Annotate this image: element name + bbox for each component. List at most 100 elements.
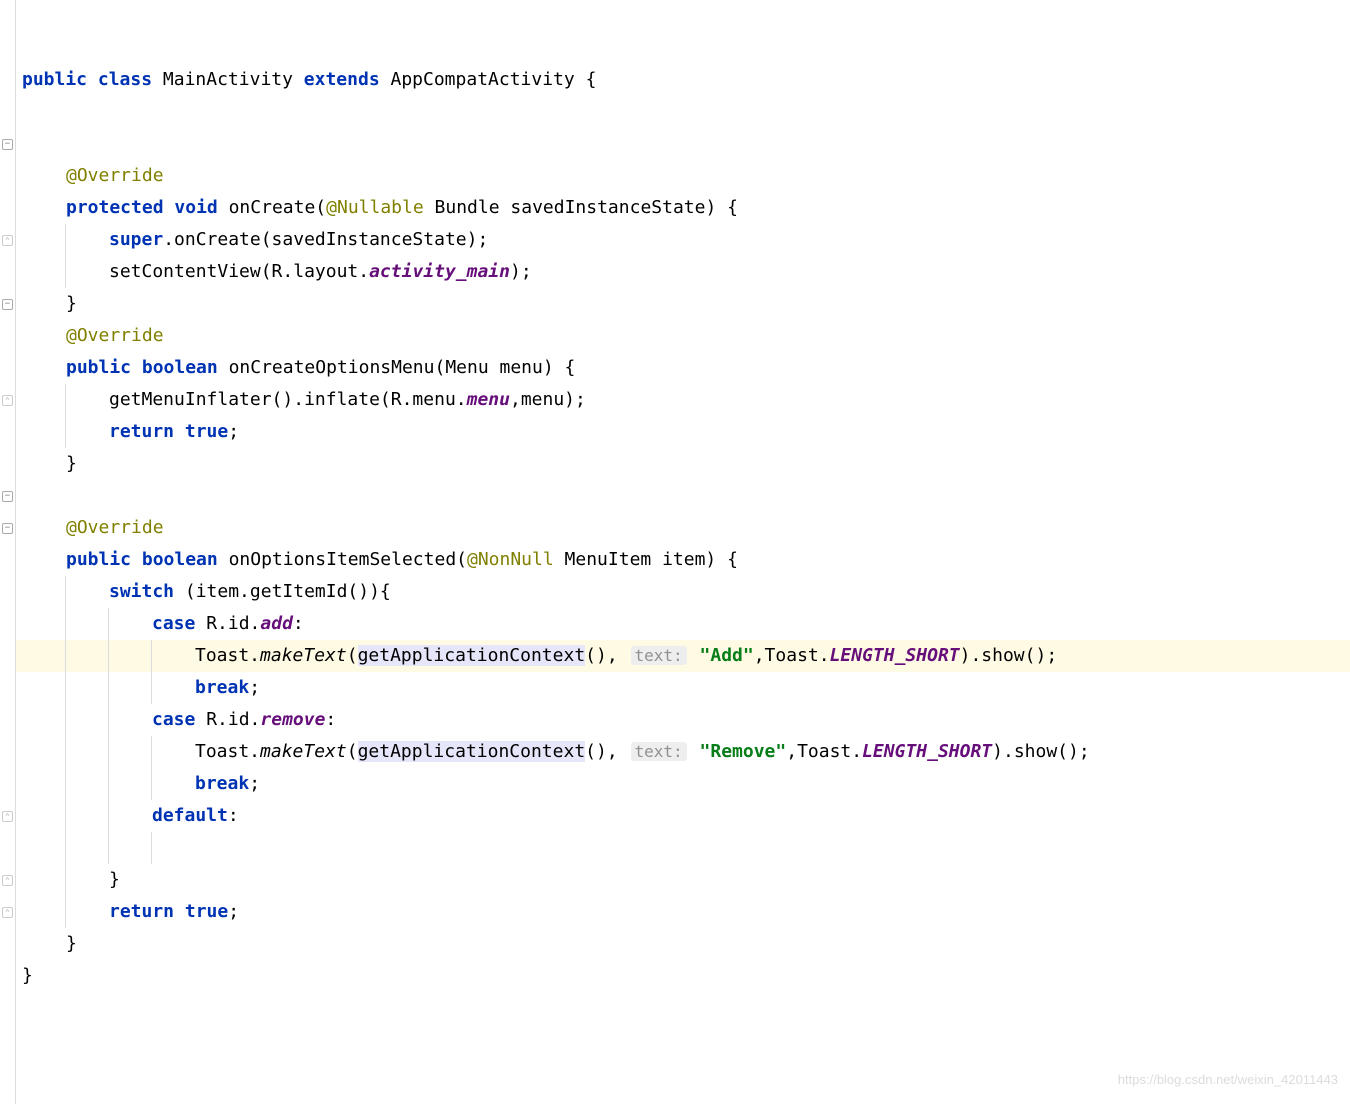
code-token: getMenuInflater().inflate(R.menu.: [109, 389, 467, 410]
code-token: boolean: [142, 357, 218, 378]
code-token: extends: [304, 69, 380, 90]
code-token: true: [185, 901, 228, 922]
fold-close-icon[interactable]: ⌃: [2, 907, 13, 918]
code-token: ;: [228, 901, 239, 922]
code-token: case: [152, 613, 195, 634]
fold-minus-icon[interactable]: −: [2, 523, 13, 534]
code-token: }: [22, 965, 33, 986]
code-token: protected: [66, 197, 164, 218]
code-token: }: [66, 453, 77, 474]
code-line[interactable]: }: [16, 288, 1350, 320]
code-line[interactable]: }: [16, 864, 1350, 896]
fold-close-icon[interactable]: ⌃: [2, 395, 13, 406]
code-line[interactable]: }: [16, 448, 1350, 480]
code-token: :: [325, 709, 336, 730]
code-token: LENGTH_SHORT: [830, 645, 960, 666]
code-token: [152, 69, 163, 90]
code-line[interactable]: @Override: [16, 160, 1350, 192]
code-line[interactable]: break;: [16, 768, 1350, 800]
code-token: public: [22, 69, 87, 90]
fold-minus-icon[interactable]: −: [2, 139, 13, 150]
code-token: ,Toast.: [754, 645, 830, 666]
code-line[interactable]: }: [16, 928, 1350, 960]
code-token: getApplicationContext: [358, 741, 586, 762]
code-token: onCreate: [229, 197, 316, 218]
code-line[interactable]: }: [16, 960, 1350, 992]
code-token: }: [66, 293, 77, 314]
code-token: ,Toast.: [786, 741, 862, 762]
code-token: switch: [109, 581, 174, 602]
code-token: [174, 421, 185, 442]
code-token: {: [575, 69, 597, 90]
code-line[interactable]: [16, 96, 1350, 128]
code-token: @Override: [66, 517, 164, 538]
editor-gutter: − ⌃ − ⌃ − − ⌃ ⌃ ⌃: [0, 0, 16, 1104]
watermark-text: https://blog.csdn.net/weixin_42011443: [1118, 1064, 1338, 1096]
code-token: Toast.: [195, 645, 260, 666]
code-line[interactable]: public boolean onOptionsItemSelected(@No…: [16, 544, 1350, 576]
fold-close-icon[interactable]: ⌃: [2, 811, 13, 822]
code-token: [689, 741, 700, 762]
code-line[interactable]: Toast.makeText(getApplicationContext(), …: [16, 736, 1350, 768]
code-token: [131, 549, 142, 570]
code-token: makeText: [260, 645, 347, 666]
code-token: setContentView(R.layout.: [109, 261, 369, 282]
code-token: item) {: [651, 549, 738, 570]
code-token: ,menu);: [510, 389, 586, 410]
code-line[interactable]: public boolean onCreateOptionsMenu(Menu …: [16, 352, 1350, 384]
fold-close-icon[interactable]: ⌃: [2, 235, 13, 246]
code-token: Bundle: [435, 197, 500, 218]
code-token: :: [228, 805, 239, 826]
code-line[interactable]: default:: [16, 800, 1350, 832]
code-line[interactable]: case R.id.add:: [16, 608, 1350, 640]
code-line[interactable]: return true;: [16, 416, 1350, 448]
code-line[interactable]: setContentView(R.layout.activity_main);: [16, 256, 1350, 288]
code-line[interactable]: return true;: [16, 896, 1350, 928]
fold-minus-icon[interactable]: −: [2, 491, 13, 502]
code-line[interactable]: Toast.makeText(getApplicationContext(), …: [16, 640, 1350, 672]
code-line[interactable]: @Override: [16, 512, 1350, 544]
code-token: (item.getItemId()){: [174, 581, 391, 602]
code-token: [424, 197, 435, 218]
code-token: @NonNull: [467, 549, 554, 570]
code-line[interactable]: @Override: [16, 320, 1350, 352]
code-token: ).show();: [960, 645, 1058, 666]
code-line[interactable]: [16, 128, 1350, 160]
code-line[interactable]: case R.id.remove:: [16, 704, 1350, 736]
code-token: (: [347, 645, 358, 666]
code-token: case: [152, 709, 195, 730]
code-token: void: [174, 197, 217, 218]
code-token: true: [185, 421, 228, 442]
code-line[interactable]: protected void onCreate(@Nullable Bundle…: [16, 192, 1350, 224]
code-token: [293, 69, 304, 90]
code-token: :: [293, 613, 304, 634]
code-token: remove: [260, 709, 325, 730]
code-token: (),: [585, 741, 628, 762]
code-token: return: [109, 421, 174, 442]
code-token: getApplicationContext: [358, 645, 586, 666]
param-hint: text:: [631, 646, 687, 665]
code-token: LENGTH_SHORT: [862, 741, 992, 762]
code-line[interactable]: break;: [16, 672, 1350, 704]
code-token: );: [510, 261, 532, 282]
code-token: ).show();: [992, 741, 1090, 762]
code-token: @Override: [66, 325, 164, 346]
code-line[interactable]: super.onCreate(savedInstanceState);: [16, 224, 1350, 256]
code-line[interactable]: switch (item.getItemId()){: [16, 576, 1350, 608]
code-token: super: [109, 229, 163, 250]
code-token: [218, 549, 229, 570]
code-line[interactable]: public class MainActivity extends AppCom…: [16, 64, 1350, 96]
code-line[interactable]: getMenuInflater().inflate(R.menu.menu,me…: [16, 384, 1350, 416]
code-token: class: [98, 69, 152, 90]
code-editor[interactable]: public class MainActivity extends AppCom…: [16, 0, 1350, 1104]
code-token: (: [347, 741, 358, 762]
code-token: [174, 901, 185, 922]
code-token: }: [66, 933, 77, 954]
code-line[interactable]: [16, 480, 1350, 512]
code-token: "Remove": [700, 741, 787, 762]
code-line[interactable]: [16, 832, 1350, 864]
fold-close-icon[interactable]: ⌃: [2, 875, 13, 886]
code-token: ;: [249, 773, 260, 794]
code-token: default: [152, 805, 228, 826]
fold-minus-icon[interactable]: −: [2, 299, 13, 310]
